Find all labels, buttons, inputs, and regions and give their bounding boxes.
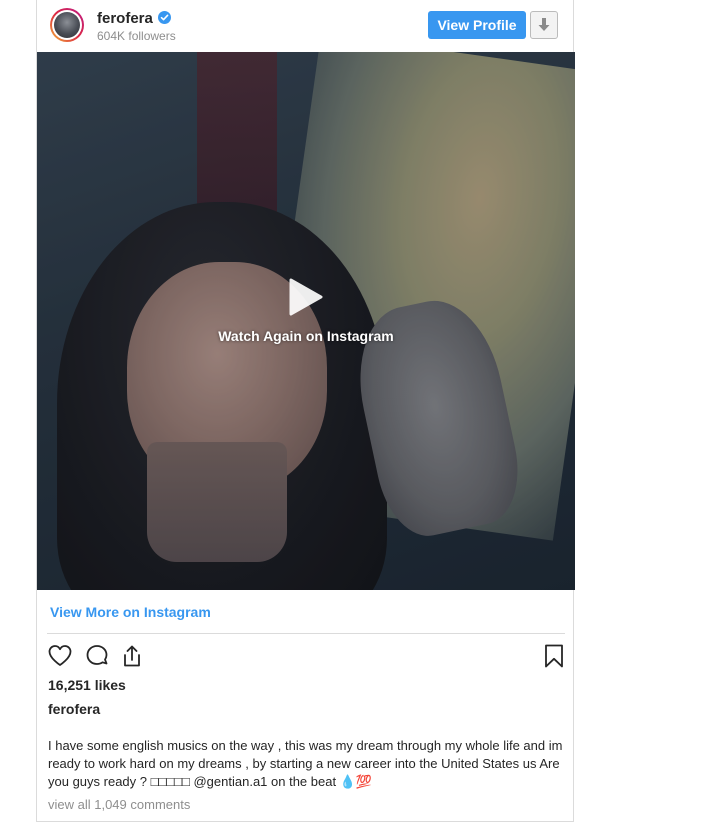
comment-bubble-icon[interactable] [84, 643, 110, 669]
share-icon[interactable] [119, 643, 145, 669]
username[interactable]: ferofera [97, 10, 153, 27]
post-caption: I have some english musics on the way , … [48, 738, 563, 789]
like-count[interactable]: 16,251 likes [48, 677, 126, 693]
caption-username[interactable]: ferofera [48, 701, 100, 717]
play-icon[interactable] [287, 277, 325, 317]
follower-count: 604K followers [97, 29, 176, 43]
download-arrow-icon [538, 18, 550, 31]
verified-badge-icon [157, 11, 171, 24]
avatar[interactable] [50, 8, 84, 42]
username-link[interactable]: ferofera [97, 10, 171, 27]
divider [47, 633, 565, 634]
video-dim-overlay [37, 52, 575, 590]
watch-again-label[interactable]: Watch Again on Instagram [37, 328, 575, 344]
download-button[interactable] [530, 11, 558, 39]
avatar-photo [54, 12, 80, 38]
video-media[interactable]: Watch Again on Instagram [37, 52, 575, 590]
post-header: ferofera 604K followers View Profile [37, 0, 575, 52]
instagram-embed-card: ferofera 604K followers View Profile Wat… [36, 0, 575, 822]
view-profile-button[interactable]: View Profile [428, 11, 526, 39]
heart-icon[interactable] [47, 643, 73, 669]
view-all-comments-link[interactable]: view all 1,049 comments [48, 797, 190, 812]
view-more-link[interactable]: View More on Instagram [50, 604, 211, 620]
bookmark-icon[interactable] [541, 643, 567, 669]
